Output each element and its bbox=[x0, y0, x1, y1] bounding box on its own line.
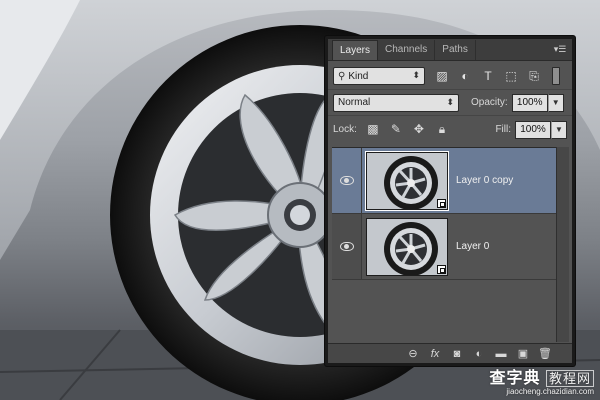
search-icon: ⚲ bbox=[338, 70, 346, 82]
tab-paths[interactable]: Paths bbox=[435, 40, 476, 60]
layer-name[interactable]: Layer 0 copy bbox=[456, 175, 513, 186]
blend-mode-select[interactable]: Normal ⬍ bbox=[333, 93, 459, 112]
lock-all-icon[interactable]: 🔒︎ bbox=[434, 122, 450, 137]
chevron-updown-icon: ⬍ bbox=[446, 96, 454, 107]
adjustment-layer-icon[interactable]: ◐ bbox=[468, 348, 490, 360]
link-layers-icon[interactable]: ⊖ bbox=[402, 347, 424, 360]
chevron-updown-icon: ⬍ bbox=[412, 70, 420, 80]
tab-layers[interactable]: Layers bbox=[332, 40, 379, 60]
fill-dropdown-icon[interactable]: ▼ bbox=[551, 120, 567, 139]
panel-tab-bar: Layers Channels Paths ▾☰ bbox=[328, 39, 572, 61]
group-folder-icon[interactable]: ▬ bbox=[490, 348, 512, 360]
lock-image-icon[interactable]: ✎ bbox=[388, 122, 404, 137]
filter-toggle[interactable] bbox=[552, 67, 560, 85]
filter-icons: ▨ ◐ T ⬚ ⎘ bbox=[433, 68, 548, 84]
layer-thumbnail bbox=[365, 150, 449, 211]
lock-icons: ▩ ✎ ✥ 🔒︎ bbox=[365, 122, 457, 137]
lock-row: Lock: ▩ ✎ ✥ 🔒︎ Fill: 100% ▼ bbox=[328, 115, 572, 143]
watermark-url: jiaocheng.chazidian.com bbox=[506, 387, 594, 396]
lock-label: Lock: bbox=[333, 124, 357, 135]
lock-position-icon[interactable]: ✥ bbox=[411, 122, 427, 137]
blend-mode-value: Normal bbox=[338, 97, 371, 108]
filter-row: ⚲ Kind ⬍ ▨ ◐ T ⬚ ⎘ bbox=[328, 63, 572, 89]
watermark-brand: 查字典 bbox=[489, 370, 541, 387]
eye-icon bbox=[339, 242, 354, 251]
mask-icon[interactable]: ◙ bbox=[446, 348, 468, 360]
pixel-filter-icon[interactable]: ▨ bbox=[433, 68, 451, 84]
visibility-toggle[interactable] bbox=[332, 214, 362, 279]
shape-filter-icon[interactable]: ⬚ bbox=[502, 68, 520, 84]
lock-transparent-icon[interactable]: ▩ bbox=[365, 122, 381, 137]
visibility-toggle[interactable] bbox=[332, 148, 362, 213]
eye-icon bbox=[339, 176, 354, 185]
layers-list: Layer 0 copy Layer 0 bbox=[332, 147, 557, 342]
layer-row[interactable]: Layer 0 bbox=[332, 214, 557, 280]
watermark-brand-2: 教程网 bbox=[545, 370, 594, 387]
layer-thumbnail bbox=[366, 217, 448, 276]
fx-icon[interactable]: fx bbox=[424, 348, 446, 360]
kind-filter-select[interactable]: ⚲ Kind ⬍ bbox=[333, 67, 425, 85]
watermark: 查字典 教程网 jiaocheng.chazidian.com bbox=[490, 364, 594, 396]
opacity-label: Opacity: bbox=[471, 97, 508, 108]
smart-object-filter-icon[interactable]: ⎘ bbox=[525, 68, 543, 84]
smart-object-icon bbox=[437, 198, 446, 208]
fill-field[interactable]: 100% bbox=[515, 120, 551, 139]
adjustment-filter-icon[interactable]: ◐ bbox=[456, 68, 474, 84]
panel-bottom-toolbar: ⊖ fx ◙ ◐ ▬ ▣ 🗑 bbox=[328, 343, 572, 363]
new-layer-icon[interactable]: ▣ bbox=[512, 347, 534, 360]
type-filter-icon[interactable]: T bbox=[479, 68, 497, 84]
opacity-field[interactable]: 100% bbox=[511, 93, 548, 112]
fill-label: Fill: bbox=[495, 124, 511, 135]
layer-name[interactable]: Layer 0 bbox=[456, 241, 489, 252]
kind-label: Kind bbox=[348, 70, 369, 82]
layers-panel: Layers Channels Paths ▾☰ ⚲ Kind ⬍ ▨ ◐ T … bbox=[325, 36, 575, 366]
blend-row: Normal ⬍ Opacity: 100% ▼ bbox=[328, 89, 572, 115]
layer-row[interactable]: Layer 0 copy bbox=[332, 148, 557, 214]
panel-menu-icon[interactable]: ▾☰ bbox=[553, 44, 567, 54]
tab-channels[interactable]: Channels bbox=[378, 40, 436, 60]
trash-icon[interactable]: 🗑 bbox=[534, 347, 556, 360]
smart-object-icon bbox=[437, 264, 446, 274]
opacity-dropdown-icon[interactable]: ▼ bbox=[547, 93, 564, 112]
layers-scrollbar[interactable] bbox=[556, 147, 569, 342]
